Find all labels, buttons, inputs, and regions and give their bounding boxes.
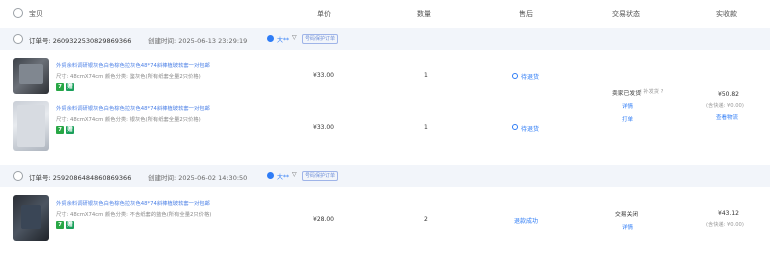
order-created-time: 创建时间: 2025-06-13 23:29:19	[148, 37, 248, 45]
product-image[interactable]	[13, 195, 49, 241]
after-sale-status[interactable]: 退款成功	[514, 216, 538, 225]
logistics-link[interactable]: 查看物流	[716, 113, 738, 121]
order-total: ¥43.12	[718, 210, 739, 217]
order-checkbox[interactable]	[13, 34, 23, 44]
product-spec: 尺寸: 48cmX74cm 颜色分类: 不含纸套的蓝色(所有全量2只价格)	[56, 212, 212, 218]
product-title[interactable]: 外贸余料调研银灰色白色棕色拉灰色48*74斜棒植玻软套一对包邮	[56, 61, 210, 69]
shipping-fee: (含快递: ¥0.00)	[706, 103, 744, 109]
order-header-2: 订单号: 2592086484860869366 创建时间: 2025-06-0…	[0, 165, 770, 187]
order-header-1: 订单号: 2609322530829869366 创建时间: 2025-06-1…	[0, 28, 770, 50]
select-all-checkbox[interactable]	[13, 8, 23, 18]
gift-badge: 赠	[66, 83, 74, 91]
gift-badge: 赠	[66, 221, 74, 229]
unit-price: ¥33.00	[313, 124, 334, 131]
filter-icon: ▽	[292, 171, 297, 178]
col-paid: 实收款	[716, 10, 737, 18]
shop-name[interactable]: 大**	[277, 172, 289, 181]
seven-day-badge: 7	[56, 83, 64, 91]
order-created-time: 创建时间: 2025-06-02 14:30:50	[148, 174, 248, 182]
order-number: 订单号: 2592086484860869366	[29, 174, 132, 182]
protect-tag: 号码保护订单	[302, 171, 339, 181]
trade-status: 交易关闭	[615, 212, 639, 218]
filter-icon: ▽	[292, 34, 297, 41]
seven-day-badge: 7	[56, 221, 64, 229]
quantity: 2	[424, 216, 428, 223]
shop-name[interactable]: 大**	[277, 35, 289, 44]
clock-icon	[512, 124, 518, 130]
trade-status: 卖家已发货	[612, 91, 641, 97]
order-total: ¥50.82	[718, 91, 739, 98]
clock-icon	[512, 73, 518, 79]
product-image[interactable]	[13, 58, 49, 94]
col-unit-price: 单价	[317, 10, 331, 18]
product-spec: 尺寸: 48cmX74cm 颜色分类: 银灰色(所有纸套全量2只价格)	[56, 117, 201, 123]
resend-link[interactable]: | 补发货 ?	[640, 88, 663, 95]
unit-price: ¥33.00	[313, 72, 334, 79]
quantity: 1	[424, 72, 428, 79]
product-title[interactable]: 外贸余料调研银灰色白色棕色拉灰色48*74斜棒植玻软套一对包邮	[56, 199, 210, 207]
col-qty: 数量	[417, 10, 431, 18]
print-link[interactable]: 打单	[622, 115, 633, 123]
col-after-sale: 售后	[519, 10, 533, 18]
shop-icon	[267, 172, 274, 179]
unit-price: ¥28.00	[313, 216, 334, 223]
detail-link[interactable]: 详情	[622, 223, 633, 231]
shop-icon	[267, 35, 274, 42]
shipping-fee: (含快递: ¥0.00)	[706, 222, 744, 228]
col-trade-status: 交易状态	[612, 10, 640, 18]
col-baby: 宝贝	[29, 10, 43, 18]
product-title[interactable]: 外贸余料调研银灰色白色棕色拉灰色48*74斜棒植玻软套一对包邮	[56, 104, 210, 112]
seven-day-badge: 7	[56, 126, 64, 134]
quantity: 1	[424, 124, 428, 131]
protect-tag: 号码保护订单	[302, 34, 339, 44]
order-number: 订单号: 2609322530829869366	[29, 37, 132, 45]
table-header: 宝贝 单价 数量 售后 交易状态 实收款	[0, 0, 770, 26]
detail-link[interactable]: 详情	[622, 102, 633, 110]
order-checkbox[interactable]	[13, 171, 23, 181]
after-sale-status[interactable]: 待退货	[521, 72, 539, 81]
product-image[interactable]	[13, 101, 49, 151]
gift-badge: 赠	[66, 126, 74, 134]
after-sale-status[interactable]: 待退货	[521, 124, 539, 133]
product-spec: 尺寸: 48cmX74cm 颜色分类: 鉴灰色(所有纸套全量2只价格)	[56, 74, 201, 80]
